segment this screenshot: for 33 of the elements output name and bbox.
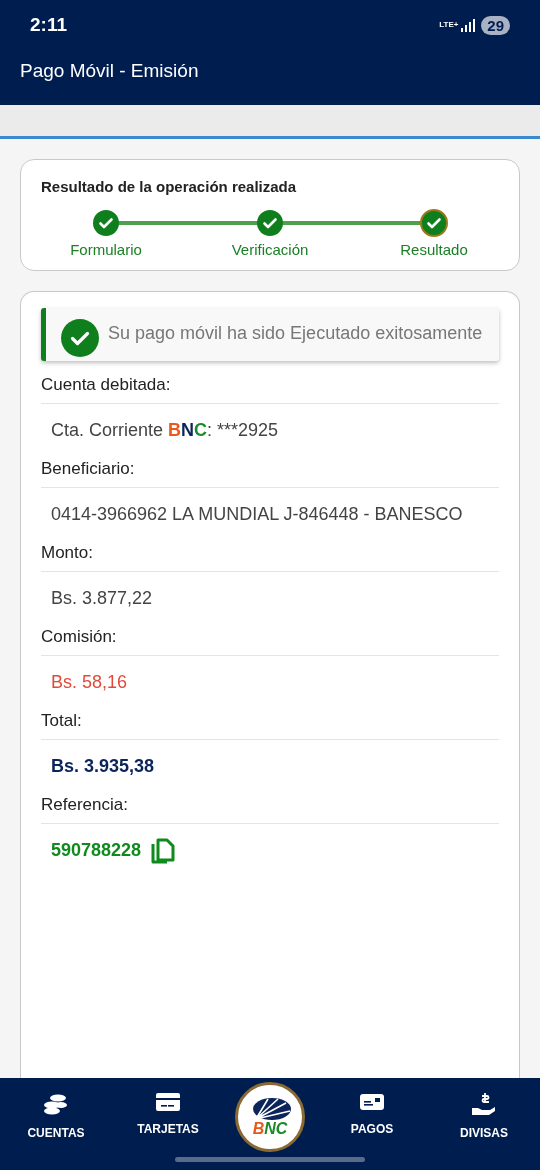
nav-item[interactable]: CUENTAS (11, 1092, 101, 1140)
detail-value: 0414-3966962 LA MUNDIAL J-846448 - BANESCO (50, 503, 464, 526)
detail-label: Total: (41, 711, 499, 740)
detail-value: Bs. 58,16 (50, 671, 129, 694)
nav-item[interactable]: TARJETAS (123, 1092, 213, 1136)
step-label: Formulario (70, 241, 142, 258)
detail-value: Cta. Corriente BNC: ***2925 (50, 419, 280, 442)
signal-icon (460, 18, 477, 32)
step-label: Verificación (231, 241, 309, 258)
detail-value: Bs. 3.935,38 (50, 755, 156, 778)
detail-label: Beneficiario: (41, 459, 499, 488)
reference-number: 590788228 (51, 839, 142, 862)
battery-indicator: 29 (481, 15, 510, 35)
detail-label: Comisión: (41, 627, 499, 656)
copy-icon[interactable] (151, 837, 176, 864)
nav-item[interactable]: PAGOS (327, 1092, 417, 1136)
success-message: Su pago móvil ha sido Ejecutado exitosamente (108, 323, 483, 343)
screen-title: Pago Móvil - Emisión (20, 60, 200, 82)
progress-title: Resultado de la operación realizada (41, 178, 298, 195)
coins-icon (43, 1092, 69, 1116)
card-icon (155, 1092, 181, 1112)
detail-label: Referencia: (41, 795, 499, 824)
detail-label: Cuenta debitada: (41, 375, 499, 404)
detail-value: Bs. 3.877,22 (50, 587, 154, 610)
network-type: LTE+ (439, 21, 456, 29)
bank-logo-button[interactable]: BNC (235, 1082, 305, 1152)
detail-label: Monto: (41, 543, 499, 572)
payment-card-icon (359, 1092, 385, 1112)
step-label: Resultado (400, 241, 468, 258)
check-icon (60, 318, 100, 358)
hand-dollar-icon (471, 1092, 497, 1116)
status-time: 2:11 (30, 14, 67, 36)
nav-item[interactable]: DIVISAS (439, 1092, 529, 1140)
